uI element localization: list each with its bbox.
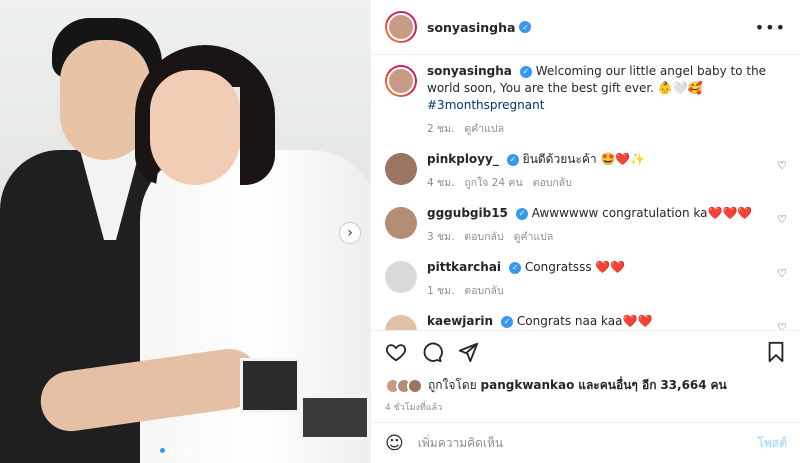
carousel-dot [169, 448, 174, 453]
comment-text: Awwwwww congratulation ka❤️❤️❤️ [531, 206, 753, 220]
bookmark-icon[interactable] [765, 341, 787, 363]
likes-count[interactable]: 33,664 [660, 378, 706, 392]
caption-translate-link[interactable]: ดูคำแปล [464, 120, 504, 137]
verified-icon: ✓ [519, 21, 532, 33]
comment-translate-link[interactable]: ดูคำแปล [514, 228, 554, 245]
comment-likes[interactable]: ถูกใจ 24 คน [464, 174, 522, 191]
post-photo[interactable] [0, 0, 370, 463]
caption: sonyasingha ✓ Welcoming our little angel … [385, 63, 787, 137]
carousel-dot [160, 448, 165, 453]
post-time[interactable]: 4 ชั่วโมงที่แล้ว [385, 400, 442, 414]
likes-suffix[interactable]: และคนอื่นๆ อีก [578, 378, 656, 392]
comment-icon[interactable] [421, 341, 443, 363]
comment-row: kaewjarin ✓ Congrats naa kaa❤️❤️ ♡ [385, 313, 787, 330]
caption-avatar[interactable] [385, 65, 417, 97]
comment-text: ยินดีด้วยนะค้า 🤩❤️✨ [522, 152, 646, 166]
verified-icon: ✓ [515, 207, 528, 220]
post-comment-button[interactable]: โพสต์ [758, 434, 787, 453]
photo-ultrasound-print-2 [300, 395, 370, 440]
comment-time[interactable]: 1 ชม. [427, 282, 454, 299]
liker-username[interactable]: pangkwankao [481, 378, 575, 392]
comment-username[interactable]: pinkployy_ [427, 152, 499, 166]
likes-summary[interactable]: ถูกใจโดย pangkwankao และคนอื่นๆ อีก 33,6… [385, 376, 727, 395]
caption-hashtag[interactable]: #3monthspregnant [427, 98, 544, 112]
comment-like-icon[interactable]: ♡ [777, 213, 787, 226]
comment-like-icon[interactable]: ♡ [777, 159, 787, 172]
comment-row: pittkarchai ✓ Congratsss ❤️❤️ 1 ชม. ตอบกล… [385, 259, 787, 299]
heart-icon[interactable] [385, 341, 407, 363]
comment-reply-link[interactable]: ตอบกลับ [464, 228, 503, 245]
next-photo-button[interactable]: › [339, 222, 361, 244]
likes-unit: คน [710, 378, 727, 392]
comment-like-icon[interactable]: ♡ [777, 321, 787, 330]
commenter-avatar[interactable] [385, 153, 417, 185]
author-avatar[interactable] [385, 11, 417, 43]
photo-ultrasound-print [240, 358, 300, 413]
comments-list[interactable]: sonyasingha ✓ Welcoming our little angel … [371, 55, 800, 330]
verified-icon: ✓ [519, 65, 532, 78]
comment-reply-link[interactable]: ตอบกลับ [533, 174, 572, 191]
comment-reply-link[interactable]: ตอบกลับ [464, 282, 503, 299]
emoji-icon[interactable]: ☺ [385, 433, 404, 454]
comment-row: pinkployy_ ✓ ยินดีด้วยนะค้า 🤩❤️✨ 4 ชม. ถู… [385, 151, 787, 191]
add-comment-bar: ☺ เพิ่มความคิดเห็น โพสต์ [371, 422, 800, 463]
comment-time[interactable]: 4 ชม. [427, 174, 454, 191]
post-panel: sonyasingha ✓ ••• sonyasingha ✓ Welcoming… [370, 0, 800, 463]
send-icon[interactable] [457, 341, 479, 363]
caption-username[interactable]: sonyasingha [427, 64, 512, 78]
commenter-avatar[interactable] [385, 315, 417, 330]
comment-row: gggubgib15 ✓ Awwwwww congratulation ka❤️❤… [385, 205, 787, 245]
post-header: sonyasingha ✓ ••• [371, 0, 800, 55]
verified-icon: ✓ [506, 153, 519, 166]
carousel-dots [160, 448, 192, 453]
carousel-dot [178, 448, 183, 453]
action-bar [371, 330, 800, 372]
photo-woman-face [150, 70, 240, 185]
commenter-avatar[interactable] [385, 207, 417, 239]
more-icon[interactable]: ••• [755, 18, 786, 37]
comment-username[interactable]: kaewjarin [427, 314, 493, 328]
liker-avatar [407, 377, 423, 394]
verified-icon: ✓ [509, 261, 522, 274]
comment-username[interactable]: gggubgib15 [427, 206, 508, 220]
commenter-avatar[interactable] [385, 261, 417, 293]
comment-like-icon[interactable]: ♡ [777, 267, 787, 280]
comment-text: Congratsss ❤️❤️ [524, 260, 626, 274]
verified-icon: ✓ [501, 315, 514, 328]
author-username[interactable]: sonyasingha [427, 20, 515, 35]
likes-prefix: ถูกใจโดย [428, 378, 477, 392]
comment-username[interactable]: pittkarchai [427, 260, 501, 274]
comment-input[interactable]: เพิ่มความคิดเห็น [418, 434, 503, 453]
comment-text: Congrats naa kaa❤️❤️ [516, 314, 653, 328]
caption-time[interactable]: 2 ชม. [427, 120, 454, 137]
carousel-dot [187, 448, 192, 453]
chevron-right-icon: › [347, 225, 353, 241]
comment-time[interactable]: 3 ชม. [427, 228, 454, 245]
